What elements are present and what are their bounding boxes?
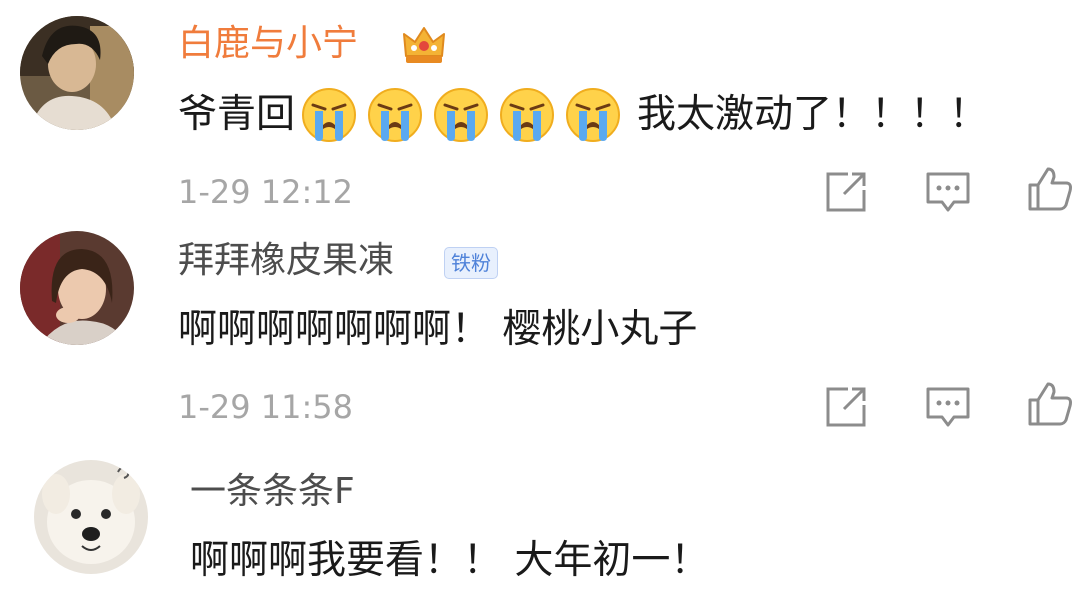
comment-time: 1-29 12:12: [178, 173, 354, 211]
comment-icon[interactable]: [924, 168, 972, 216]
share-icon[interactable]: [822, 168, 870, 216]
crying-face-emoji: [302, 88, 357, 142]
avatar[interactable]: [20, 231, 134, 345]
comment-item: 一条条条F 啊啊啊我要看！！ 大年初一！: [0, 450, 1080, 595]
crown-icon: [403, 27, 445, 63]
thumbs-up-icon[interactable]: [1026, 165, 1074, 213]
crying-face-emoji: [500, 88, 555, 142]
crying-face-emoji: [566, 88, 621, 142]
crying-face-emoji: [434, 88, 489, 142]
comment-text: 啊啊啊啊啊啊啊！ 樱桃小丸子: [178, 307, 698, 352]
avatar[interactable]: [34, 460, 148, 574]
share-icon[interactable]: [822, 383, 870, 431]
comment-item: 拜拜橡皮果凍 铁粉 啊啊啊啊啊啊啊！ 樱桃小丸子 1-29 11:58: [0, 225, 1080, 450]
comment-text: 爷青回 我太激动了！！！！: [178, 87, 988, 143]
comment-time: 1-29 11:58: [178, 388, 354, 426]
comment-text-part: 我太激动了！！！！: [637, 92, 989, 137]
comment-item: 白鹿与小宁 爷青回 我太激动了！！！！ 1-29 12:12: [0, 0, 1080, 225]
username[interactable]: 一条条条F: [190, 470, 355, 514]
comment-icon[interactable]: [924, 383, 972, 431]
username[interactable]: 白鹿与小宁: [178, 22, 358, 66]
avatar[interactable]: [20, 16, 134, 130]
crying-face-emoji: [368, 88, 423, 142]
thumbs-up-icon[interactable]: [1026, 380, 1074, 428]
fan-badge: 铁粉: [444, 247, 498, 279]
comment-text-part: 爷青回: [178, 92, 296, 137]
username[interactable]: 拜拜橡皮果凍: [178, 239, 394, 283]
comment-text: 啊啊啊我要看！！ 大年初一！: [190, 538, 710, 583]
